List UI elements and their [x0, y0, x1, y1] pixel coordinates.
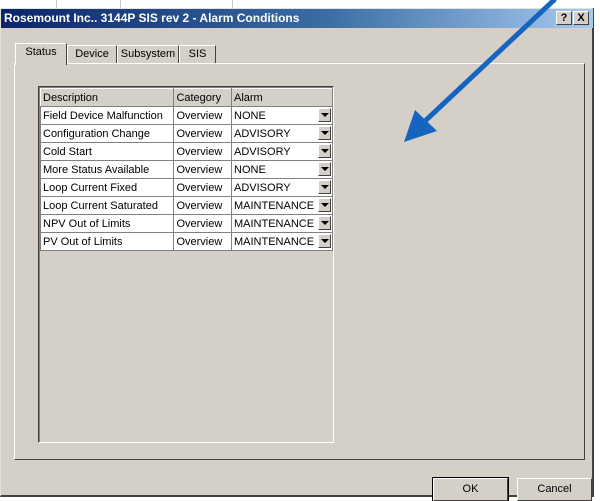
dropdown-arrow-icon[interactable] — [318, 162, 331, 176]
row-description: More Status Available — [39, 160, 175, 179]
strip-divider — [56, 0, 57, 8]
row-category: Overview — [173, 232, 232, 251]
window-title: Rosemount Inc.. 3144P SIS rev 2 - Alarm … — [4, 11, 300, 25]
row-description: Loop Current Saturated — [39, 196, 175, 215]
column-header-description[interactable]: Description — [39, 88, 175, 107]
row-description: NPV Out of Limits — [39, 214, 175, 233]
close-button[interactable]: X — [573, 11, 589, 25]
tab-subsystem[interactable]: Subsystem — [117, 45, 179, 63]
help-icon: ? — [560, 12, 568, 24]
alarm-conditions-table: Description Category Alarm Field Device … — [39, 88, 333, 251]
alarm-value: ADVISORY — [234, 181, 291, 194]
close-icon: X — [577, 12, 585, 24]
row-category: Overview — [173, 178, 232, 197]
row-category: Overview — [173, 142, 232, 161]
background-window-strip — [0, 0, 600, 8]
dropdown-arrow-icon[interactable] — [318, 126, 331, 140]
dropdown-arrow-icon[interactable] — [318, 198, 331, 212]
tab-sis[interactable]: SIS — [179, 45, 216, 63]
alarm-value: NONE — [234, 109, 266, 122]
alarm-select[interactable]: NONE — [231, 106, 333, 125]
row-description: Loop Current Fixed — [39, 178, 175, 197]
alarm-select[interactable]: ADVISORY — [231, 124, 333, 143]
alarm-value: MAINTENANCE — [234, 199, 315, 212]
table-row: Configuration Change Overview ADVISORY — [39, 124, 333, 143]
column-header-category[interactable]: Category — [173, 88, 232, 107]
alarm-value: ADVISORY — [234, 145, 291, 158]
dropdown-arrow-icon[interactable] — [318, 144, 331, 158]
row-category: Overview — [173, 106, 232, 125]
alarm-value: NONE — [234, 163, 266, 176]
row-category: Overview — [173, 196, 232, 215]
alarm-select[interactable]: ADVISORY — [231, 142, 333, 161]
status-tab-panel: Description Category Alarm Field Device … — [14, 63, 585, 460]
title-bar: Rosemount Inc.. 3144P SIS rev 2 - Alarm … — [1, 9, 593, 28]
cancel-button[interactable]: Cancel — [517, 478, 592, 501]
table-row: Loop Current Fixed Overview ADVISORY — [39, 178, 333, 197]
row-category: Overview — [173, 214, 232, 233]
alarm-value: MAINTENANCE — [234, 235, 315, 248]
alarm-select[interactable]: MAINTENANCE — [231, 214, 333, 233]
dropdown-arrow-icon[interactable] — [318, 234, 331, 248]
table-header-row: Description Category Alarm — [39, 88, 333, 107]
alarm-select[interactable]: MAINTENANCE — [231, 196, 333, 215]
row-description: Cold Start — [39, 142, 175, 161]
table-row: More Status Available Overview NONE — [39, 160, 333, 179]
dropdown-arrow-icon[interactable] — [318, 216, 331, 230]
column-header-alarm[interactable]: Alarm — [231, 88, 333, 107]
alarm-select[interactable]: ADVISORY — [231, 178, 333, 197]
help-button[interactable]: ? — [556, 11, 572, 25]
alarm-value: MAINTENANCE — [234, 217, 315, 230]
table-row: Cold Start Overview ADVISORY — [39, 142, 333, 161]
row-description: PV Out of Limits — [39, 232, 175, 251]
table-row: NPV Out of Limits Overview MAINTENANCE — [39, 214, 333, 233]
dropdown-arrow-icon[interactable] — [318, 108, 331, 122]
ok-button[interactable]: OK — [432, 477, 509, 501]
row-description: Configuration Change — [39, 124, 175, 143]
table-row: Loop Current Saturated Overview MAINTENA… — [39, 196, 333, 215]
alarm-conditions-dialog: Rosemount Inc.. 3144P SIS rev 2 - Alarm … — [0, 8, 594, 501]
alarm-grid-frame: Description Category Alarm Field Device … — [38, 86, 334, 443]
alarm-value: ADVISORY — [234, 127, 291, 140]
tab-status[interactable]: Status — [15, 43, 67, 65]
row-description: Field Device Malfunction — [39, 106, 175, 125]
strip-divider — [120, 0, 121, 8]
table-row: Field Device Malfunction Overview NONE — [39, 106, 333, 125]
tab-device[interactable]: Device — [67, 45, 117, 63]
strip-divider — [232, 0, 233, 8]
row-category: Overview — [173, 160, 232, 179]
alarm-select[interactable]: NONE — [231, 160, 333, 179]
row-category: Overview — [173, 124, 232, 143]
alarm-select[interactable]: MAINTENANCE — [231, 232, 333, 251]
dropdown-arrow-icon[interactable] — [318, 180, 331, 194]
table-row: PV Out of Limits Overview MAINTENANCE — [39, 232, 333, 251]
